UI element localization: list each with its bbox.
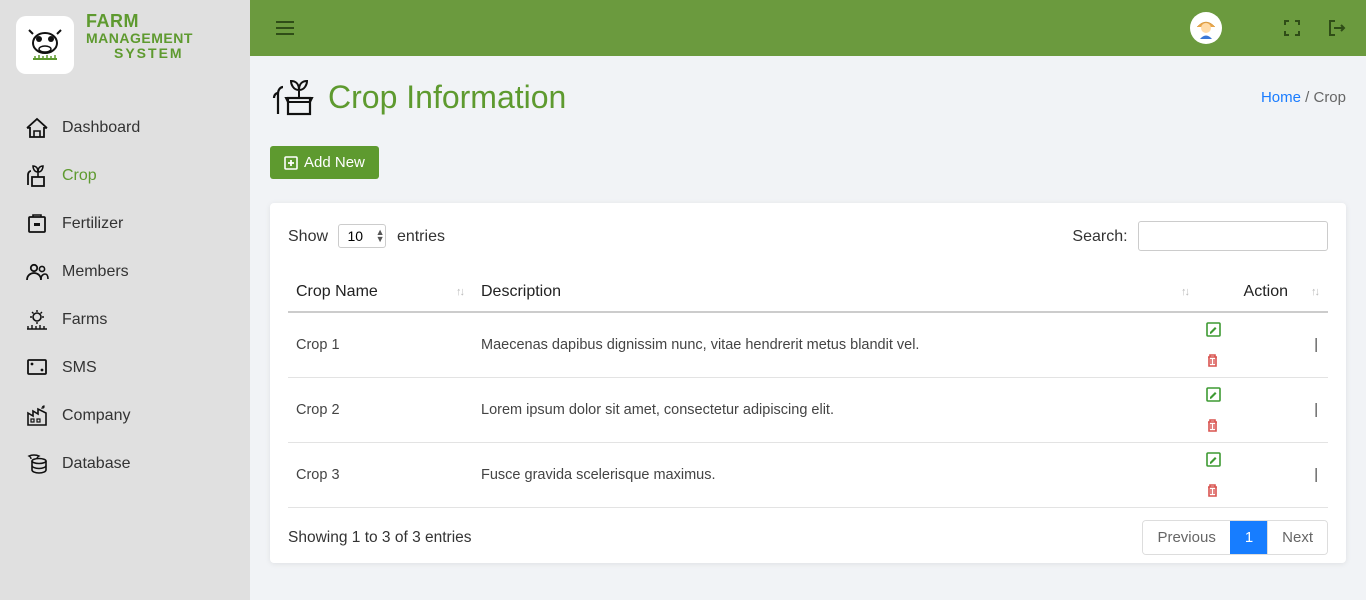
sidebar-item-company[interactable]: Company [0,392,250,440]
sort-icon: ↑↓ [456,286,463,298]
delete-icon[interactable] [1206,353,1320,368]
col-crop-name[interactable]: Crop Name ↑↓ [288,273,473,312]
cell-name: Crop 1 [288,312,473,378]
delete-icon[interactable] [1206,418,1320,433]
cell-desc: Maecenas dapibus dignissim nunc, vitae h… [473,312,1198,378]
company-icon [22,404,52,428]
sidebar-item-label: Farms [62,311,107,329]
cell-name: Crop 2 [288,378,473,443]
crop-title-icon [270,76,316,118]
sort-icon: ↑↓ [1311,286,1318,298]
sep: | [1314,337,1318,353]
brand-line1: FARM [86,12,193,31]
add-new-label: Add New [304,154,365,171]
search-control: Search: [1072,221,1328,251]
edit-icon[interactable] [1206,387,1320,402]
table-row: Crop 1 Maecenas dapibus dignissim nunc, … [288,312,1328,378]
data-card: Show 10 ▲▼ entries Search: Crop Name [270,203,1346,563]
sidebar-item-farms[interactable]: Farms [0,296,250,344]
table-info: Showing 1 to 3 of 3 entries [288,529,472,547]
crop-table: Crop Name ↑↓ Description ↑↓ Action ↑↓ Cr… [288,273,1328,508]
pagination: Previous 1 Next [1142,520,1328,555]
menu-toggle-icon[interactable] [276,21,298,35]
search-label: Search: [1072,228,1127,245]
sidebar-item-database[interactable]: Database [0,440,250,488]
plant-icon [22,163,52,189]
page-prev[interactable]: Previous [1143,521,1229,554]
page-title-wrap: Crop Information [270,76,566,118]
plus-icon [284,156,298,170]
cell-name: Crop 3 [288,443,473,508]
col-action[interactable]: Action ↑↓ [1198,273,1328,312]
page-title: Crop Information [328,79,566,116]
cell-desc: Lorem ipsum dolor sit amet, consectetur … [473,378,1198,443]
cell-desc: Fusce gravida scelerisque maximus. [473,443,1198,508]
col-description[interactable]: Description ↑↓ [473,273,1198,312]
sidebar-item-dashboard[interactable]: Dashboard [0,104,250,152]
sidebar-item-sms[interactable]: SMS [0,344,250,392]
cell-action: | [1198,443,1328,508]
entries-select[interactable]: 10 [338,224,386,248]
sep: | [1314,402,1318,418]
add-new-button[interactable]: Add New [270,146,379,179]
sort-icon: ↑↓ [1181,286,1188,298]
sidebar-item-label: Company [62,407,130,425]
sidebar-item-crop[interactable]: Crop [0,152,250,200]
home-icon [22,116,52,140]
sidebar-item-label: Database [62,455,131,473]
breadcrumb-current: Crop [1313,89,1346,106]
brand-logo [16,16,74,74]
sidebar-item-label: Dashboard [62,119,140,137]
table-footer: Showing 1 to 3 of 3 entries Previous 1 N… [288,520,1328,555]
sidebar-item-members[interactable]: Members [0,248,250,296]
sep: | [1314,467,1318,483]
sidebar-item-label: SMS [62,359,97,377]
database-icon [22,452,52,476]
col-label: Action [1244,283,1288,300]
breadcrumb-sep: / [1301,89,1314,106]
sidebar: FARM MANAGEMENT SYSTEM Dashboard Crop Fe… [0,0,250,600]
sidebar-item-label: Crop [62,167,97,185]
page-next[interactable]: Next [1267,521,1327,554]
table-controls: Show 10 ▲▼ entries Search: [288,221,1328,251]
sidebar-item-label: Members [62,263,129,281]
sidebar-item-fertilizer[interactable]: Fertilizer [0,200,250,248]
fertilizer-icon [22,212,52,236]
brand-line3: SYSTEM [114,46,193,61]
delete-icon[interactable] [1206,483,1320,498]
sidebar-item-label: Fertilizer [62,215,123,233]
members-icon [22,261,52,283]
show-label: Show [288,228,328,245]
content-area: Crop Information Home / Crop Add New Sho… [250,56,1366,600]
table-row: Crop 2 Lorem ipsum dolor sit amet, conse… [288,378,1328,443]
edit-icon[interactable] [1206,322,1320,337]
search-input[interactable] [1138,221,1328,251]
user-avatar[interactable] [1190,12,1222,44]
cell-action: | [1198,312,1328,378]
sidebar-nav: Dashboard Crop Fertilizer Members Farms [0,74,250,488]
cow-icon [25,25,65,65]
breadcrumb: Home / Crop [1261,89,1346,106]
fullscreen-icon[interactable] [1284,20,1306,36]
table-row: Crop 3 Fusce gravida scelerisque maximus… [288,443,1328,508]
brand-line2: MANAGEMENT [86,31,193,46]
sms-icon [22,357,52,379]
breadcrumb-home[interactable]: Home [1261,89,1301,106]
entries-label: entries [397,228,445,245]
topbar [250,0,1366,56]
page-1[interactable]: 1 [1230,521,1267,554]
cell-action: | [1198,378,1328,443]
page-header: Crop Information Home / Crop [270,76,1346,118]
edit-icon[interactable] [1206,452,1320,467]
entries-control: Show 10 ▲▼ entries [288,224,445,248]
col-label: Crop Name [296,283,378,300]
brand-text: FARM MANAGEMENT SYSTEM [86,12,193,60]
logout-icon[interactable] [1328,20,1350,36]
col-label: Description [481,283,561,300]
farms-icon [22,309,52,331]
